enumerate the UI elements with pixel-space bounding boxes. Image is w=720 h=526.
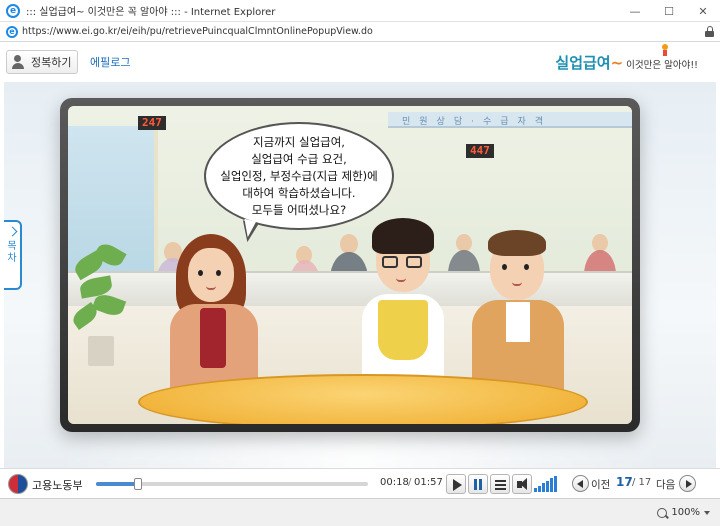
play-button[interactable] [446,474,466,494]
person-icon [11,54,27,70]
scene-sign-text: 민원상담·수급자격 [402,117,553,127]
total-time: 01:57 [414,477,443,488]
plant [69,240,130,366]
window-controls: — ☐ ✕ [618,0,720,22]
current-time: 00:18 [380,477,409,488]
lock-icon[interactable] [705,26,714,37]
prev-label[interactable]: 이전 [591,477,610,492]
volume-bar[interactable] [534,488,537,492]
abstract-button[interactable]: 정복하기 [6,50,78,74]
prev-button[interactable] [572,475,589,492]
government-emblem-icon [8,474,28,494]
close-button[interactable]: ✕ [686,0,720,22]
chevron-right-icon [7,226,17,237]
zoom-level: 100% [671,507,700,518]
chevron-right-icon [686,480,692,488]
status-bar: 100% [0,498,720,526]
window-titlebar: e ::: 실업급여~ 이것만은 꼭 알아야 ::: - Internet Ex… [0,0,720,22]
next-button[interactable] [679,475,696,492]
pause-icon [474,479,482,490]
maximize-button[interactable]: ☐ [652,0,686,22]
epilogue-link[interactable]: 에필로그 [90,54,130,70]
brand-main: 실업급여 [555,54,611,72]
pause-button[interactable] [468,474,488,494]
address-bar[interactable]: e https://www.ei.go.kr/ei/eih/pu/retriev… [0,22,720,42]
volume-bar[interactable] [542,483,545,492]
scene-sign: 민원상담·수급자격 [388,112,632,128]
round-table [138,374,588,424]
volume-bar[interactable] [546,480,549,492]
app-header: 정복하기 에필로그 실업급여 ~ 이것만은 알아야!! [0,42,720,82]
internet-explorer-icon: e [6,3,20,18]
seek-handle[interactable] [133,478,142,490]
next-label[interactable]: 다음 [656,477,675,492]
mute-button[interactable] [512,474,532,494]
minimize-button[interactable]: — [618,0,652,22]
url-text[interactable]: https://www.ei.go.kr/ei/eih/pu/retrieveP… [22,26,373,37]
ticket-display-left: 247 [138,116,166,130]
volume-bar[interactable] [538,485,541,492]
window-title: ::: 실업급여~ 이것만은 꼭 알아야 ::: - Internet Expl… [26,7,276,18]
brand-logo: 실업급여 ~ 이것만은 알아야!! [555,52,698,73]
brand-tilde: ~ [610,54,624,72]
toc-tab-label: 목차 [7,241,17,264]
brand-sub: 이것만은 알아야!! [626,60,698,71]
chevron-left-icon [577,480,583,488]
ticket-display-right: 447 [466,144,494,158]
abstract-button-label: 정복하기 [31,56,72,69]
zoom-control[interactable]: 100% [657,507,710,518]
seek-progress [96,482,138,486]
volume-bar[interactable] [554,476,557,492]
org-name: 고용노동부 [32,479,83,492]
zoom-icon [657,507,668,518]
speech-text: 지금까지 실업급여, 실업급여 수급 요건, 실업인정, 부정수급(지급 제한)… [220,134,378,217]
page-total: / 17 [632,477,652,488]
site-icon: e [6,25,18,38]
speaker-icon [517,478,527,490]
play-icon [453,479,462,491]
volume-level[interactable] [534,476,562,492]
list-icon [495,480,506,482]
seek-bar[interactable] [96,478,368,490]
chevron-down-icon [704,510,710,515]
volume-bar[interactable] [550,478,553,492]
toc-tab[interactable]: 목차 [4,220,22,290]
speech-bubble: 지금까지 실업급여, 실업급여 수급 요건, 실업인정, 부정수급(지급 제한)… [204,122,394,230]
page-current: 17 [616,475,633,489]
player-controls: 고용노동부 00:18 / 01:57 이전 17 / 17 다음 [0,468,720,498]
menu-button[interactable] [490,474,510,494]
